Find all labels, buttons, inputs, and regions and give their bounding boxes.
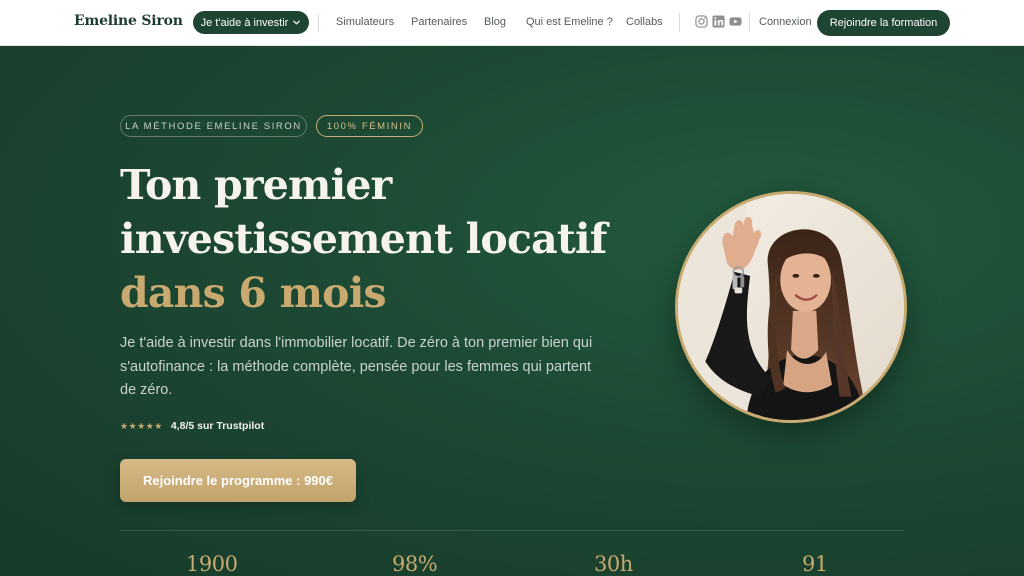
stat-students: 1900 <box>186 552 238 576</box>
hero-headline: Ton premier investissement locatif dans … <box>120 158 607 320</box>
stat-satisfaction: 98% <box>392 552 438 576</box>
emeline-portrait <box>675 191 907 423</box>
portrait-illustration <box>678 194 904 420</box>
headline-line-1: Ton premier <box>120 161 392 209</box>
female-badge: 100% FÉMININ <box>316 115 423 137</box>
stat-hours: 30h <box>594 552 633 576</box>
invest-dropdown-label: Je t'aide à investir <box>200 16 289 29</box>
instagram-icon[interactable] <box>695 15 708 28</box>
headline-line-3: dans 6 mois <box>120 269 387 317</box>
login-link[interactable]: Connexion <box>759 16 812 28</box>
nav-link-simulateurs[interactable]: Simulateurs <box>336 16 394 28</box>
join-formation-button[interactable]: Rejoindre la formation <box>817 10 950 36</box>
nav-link-collabs[interactable]: Collabs <box>626 16 663 28</box>
stat-count: 91 <box>802 552 828 576</box>
nav-link-blog[interactable]: Blog <box>484 16 506 28</box>
headline-line-2: investissement locatif <box>120 215 607 263</box>
rating-text: 4,8/5 sur Trustpilot <box>170 420 265 432</box>
method-badge: LA MÉTHODE EMELINE SIRON <box>120 115 307 137</box>
hero-description: Je t'aide à investir dans l'immobilier l… <box>120 335 593 398</box>
invest-dropdown-button[interactable]: Je t'aide à investir <box>193 11 309 34</box>
linkedin-icon[interactable] <box>712 15 725 28</box>
trustpilot-rating: ★★★★★ 4,8/5 sur Trustpilot <box>120 420 264 432</box>
join-program-button[interactable]: Rejoindre le programme : 990€ <box>120 459 356 502</box>
nav-link-qui-est-emeline[interactable]: Qui est Emeline ? <box>526 16 613 28</box>
top-navbar: Emeline Siron Je t'aide à investir Simul… <box>0 0 1024 46</box>
chevron-down-icon <box>293 20 301 25</box>
nav-link-partenaires[interactable]: Partenaires <box>411 16 467 28</box>
nav-divider <box>318 13 319 32</box>
site-logo[interactable]: Emeline Siron <box>74 13 183 29</box>
hero-section: LA MÉTHODE EMELINE SIRON 100% FÉMININ To… <box>0 46 1024 576</box>
youtube-icon[interactable] <box>729 15 742 28</box>
nav-divider <box>749 13 750 32</box>
nav-divider <box>679 13 680 32</box>
rating-stars-icon: ★★★★★ <box>120 420 163 431</box>
stats-divider <box>120 530 904 531</box>
